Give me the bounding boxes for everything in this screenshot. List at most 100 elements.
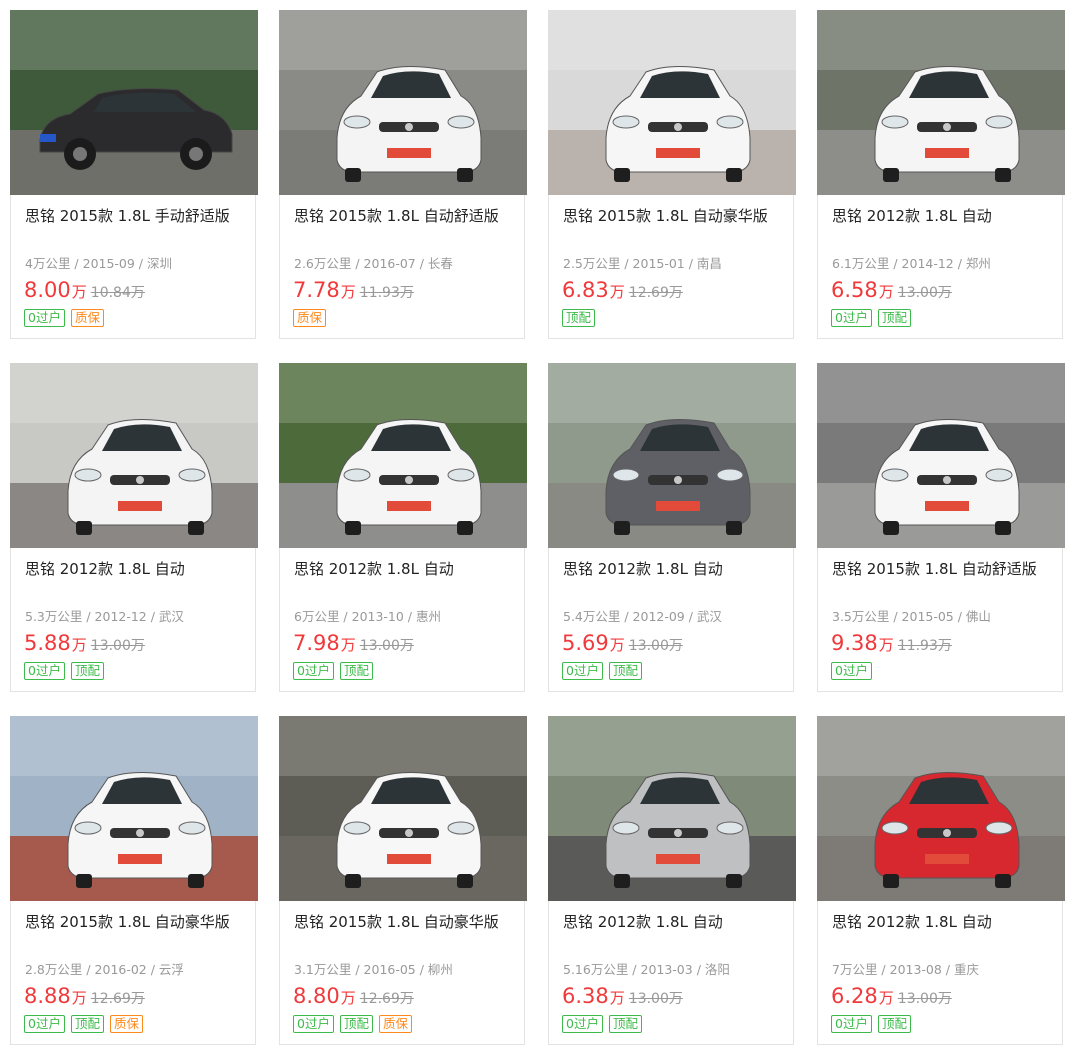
- original-price: 11.93万: [897, 638, 952, 654]
- price-unit: 万: [340, 636, 356, 654]
- car-meta: 6.1万公里 / 2014-12 / 郑州: [832, 256, 991, 271]
- tag-badge: 0过户: [293, 1015, 334, 1033]
- car-title[interactable]: 思铭 2015款 1.8L 自动舒适版: [294, 205, 499, 226]
- tag-badge: 质保: [70, 309, 104, 327]
- car-card[interactable]: 思铭 2012款 1.8L 自动 7万公里 / 2013-08 / 重庆 6.2…: [817, 716, 1065, 1045]
- price-row: 6.38万 13.00万: [562, 983, 683, 1012]
- tag-list: 0过户 质保: [24, 309, 104, 327]
- car-title[interactable]: 思铭 2015款 1.8L 自动豪华版: [25, 911, 230, 932]
- original-price: 13.00万: [897, 991, 952, 1007]
- car-photo-frame[interactable]: [10, 10, 258, 195]
- price: 6.58: [831, 278, 878, 302]
- price: 8.80: [293, 984, 340, 1008]
- price-row: 7.98万 13.00万: [293, 630, 414, 659]
- price-row: 6.58万 13.00万: [831, 277, 952, 306]
- car-photo-frame[interactable]: [548, 363, 796, 548]
- car-card[interactable]: 思铭 2015款 1.8L 自动豪华版 2.8万公里 / 2016-02 / 云…: [10, 716, 258, 1045]
- price-unit: 万: [609, 989, 625, 1007]
- price-row: 8.00万 10.84万: [24, 277, 145, 306]
- tag-badge: 顶配: [877, 1015, 911, 1033]
- car-meta: 5.3万公里 / 2012-12 / 武汉: [25, 609, 184, 624]
- car-meta: 4万公里 / 2015-09 / 深圳: [25, 256, 172, 271]
- tag-list: 顶配: [562, 309, 596, 327]
- price-unit: 万: [609, 636, 625, 654]
- tag-badge: 0过户: [831, 309, 872, 327]
- tag-badge: 0过户: [24, 662, 65, 680]
- price-unit: 万: [71, 283, 87, 301]
- car-card[interactable]: 思铭 2012款 1.8L 自动 6万公里 / 2013-10 / 惠州 7.9…: [279, 363, 527, 692]
- car-photo-frame[interactable]: [817, 716, 1065, 901]
- tag-list: 0过户 顶配: [293, 662, 373, 680]
- car-card[interactable]: 思铭 2015款 1.8L 自动豪华版 3.1万公里 / 2016-05 / 柳…: [279, 716, 527, 1045]
- car-title[interactable]: 思铭 2012款 1.8L 自动: [563, 911, 723, 932]
- tag-badge: 顶配: [339, 662, 373, 680]
- car-photo-frame[interactable]: [548, 10, 796, 195]
- car-title[interactable]: 思铭 2012款 1.8L 自动: [25, 558, 185, 579]
- car-title[interactable]: 思铭 2012款 1.8L 自动: [832, 205, 992, 226]
- car-photo-frame[interactable]: [817, 10, 1065, 195]
- car-photo-frame[interactable]: [279, 10, 527, 195]
- car-title[interactable]: 思铭 2015款 1.8L 自动豪华版: [294, 911, 499, 932]
- car-meta: 2.5万公里 / 2015-01 / 南昌: [563, 256, 722, 271]
- price: 8.00: [24, 278, 71, 302]
- car-photo-frame[interactable]: [548, 716, 796, 901]
- car-photo-frame[interactable]: [10, 363, 258, 548]
- car-card[interactable]: 思铭 2015款 1.8L 手动舒适版 4万公里 / 2015-09 / 深圳 …: [10, 10, 258, 339]
- price-unit: 万: [71, 989, 87, 1007]
- tag-list: 0过户 顶配 质保: [293, 1015, 412, 1033]
- car-card[interactable]: 思铭 2012款 1.8L 自动 5.3万公里 / 2012-12 / 武汉 5…: [10, 363, 258, 692]
- car-photo-frame[interactable]: [279, 716, 527, 901]
- car-photo: [279, 363, 527, 548]
- price-unit: 万: [878, 283, 894, 301]
- tag-badge: 0过户: [293, 662, 334, 680]
- price-unit: 万: [878, 636, 894, 654]
- price-row: 8.80万 12.69万: [293, 983, 414, 1012]
- car-title[interactable]: 思铭 2015款 1.8L 自动豪华版: [563, 205, 768, 226]
- tag-list: 0过户 顶配 质保: [24, 1015, 143, 1033]
- car-photo: [548, 716, 796, 901]
- tag-badge: 质保: [378, 1015, 412, 1033]
- car-photo-frame[interactable]: [279, 363, 527, 548]
- original-price: 12.69万: [90, 991, 145, 1007]
- price: 6.38: [562, 984, 609, 1008]
- car-title[interactable]: 思铭 2015款 1.8L 手动舒适版: [25, 205, 230, 226]
- car-title[interactable]: 思铭 2012款 1.8L 自动: [294, 558, 454, 579]
- car-photo: [817, 10, 1065, 195]
- tag-list: 0过户 顶配: [831, 309, 911, 327]
- car-photo: [279, 10, 527, 195]
- car-card[interactable]: 思铭 2012款 1.8L 自动 5.4万公里 / 2012-09 / 武汉 5…: [548, 363, 796, 692]
- car-photo-frame[interactable]: [817, 363, 1065, 548]
- car-photo-frame[interactable]: [10, 716, 258, 901]
- price-row: 6.28万 13.00万: [831, 983, 952, 1012]
- price: 7.98: [293, 631, 340, 655]
- car-card[interactable]: 思铭 2012款 1.8L 自动 5.16万公里 / 2013-03 / 洛阳 …: [548, 716, 796, 1045]
- price-unit: 万: [71, 636, 87, 654]
- car-card[interactable]: 思铭 2015款 1.8L 自动舒适版 3.5万公里 / 2015-05 / 佛…: [817, 363, 1065, 692]
- original-price: 13.00万: [90, 638, 145, 654]
- car-title[interactable]: 思铭 2015款 1.8L 自动舒适版: [832, 558, 1037, 579]
- price-unit: 万: [609, 283, 625, 301]
- price-row: 8.88万 12.69万: [24, 983, 145, 1012]
- tag-badge: 顶配: [339, 1015, 373, 1033]
- original-price: 10.84万: [90, 285, 145, 301]
- car-title[interactable]: 思铭 2012款 1.8L 自动: [563, 558, 723, 579]
- price: 6.83: [562, 278, 609, 302]
- original-price: 12.69万: [359, 991, 414, 1007]
- car-card[interactable]: 思铭 2015款 1.8L 自动豪华版 2.5万公里 / 2015-01 / 南…: [548, 10, 796, 339]
- car-photo: [817, 716, 1065, 901]
- price-row: 6.83万 12.69万: [562, 277, 683, 306]
- car-meta: 6万公里 / 2013-10 / 惠州: [294, 609, 441, 624]
- price-row: 5.69万 13.00万: [562, 630, 683, 659]
- price-row: 7.78万 11.93万: [293, 277, 414, 306]
- tag-badge: 顶配: [877, 309, 911, 327]
- tag-badge: 0过户: [831, 1015, 872, 1033]
- car-meta: 7万公里 / 2013-08 / 重庆: [832, 962, 979, 977]
- car-meta: 5.4万公里 / 2012-09 / 武汉: [563, 609, 722, 624]
- car-photo: [10, 363, 258, 548]
- car-card[interactable]: 思铭 2012款 1.8L 自动 6.1万公里 / 2014-12 / 郑州 6…: [817, 10, 1065, 339]
- car-card[interactable]: 思铭 2015款 1.8L 自动舒适版 2.6万公里 / 2016-07 / 长…: [279, 10, 527, 339]
- car-title[interactable]: 思铭 2012款 1.8L 自动: [832, 911, 992, 932]
- car-listing-grid: 思铭 2015款 1.8L 手动舒适版 4万公里 / 2015-09 / 深圳 …: [0, 0, 1080, 1058]
- tag-badge: 顶配: [608, 1015, 642, 1033]
- tag-badge: 0过户: [562, 1015, 603, 1033]
